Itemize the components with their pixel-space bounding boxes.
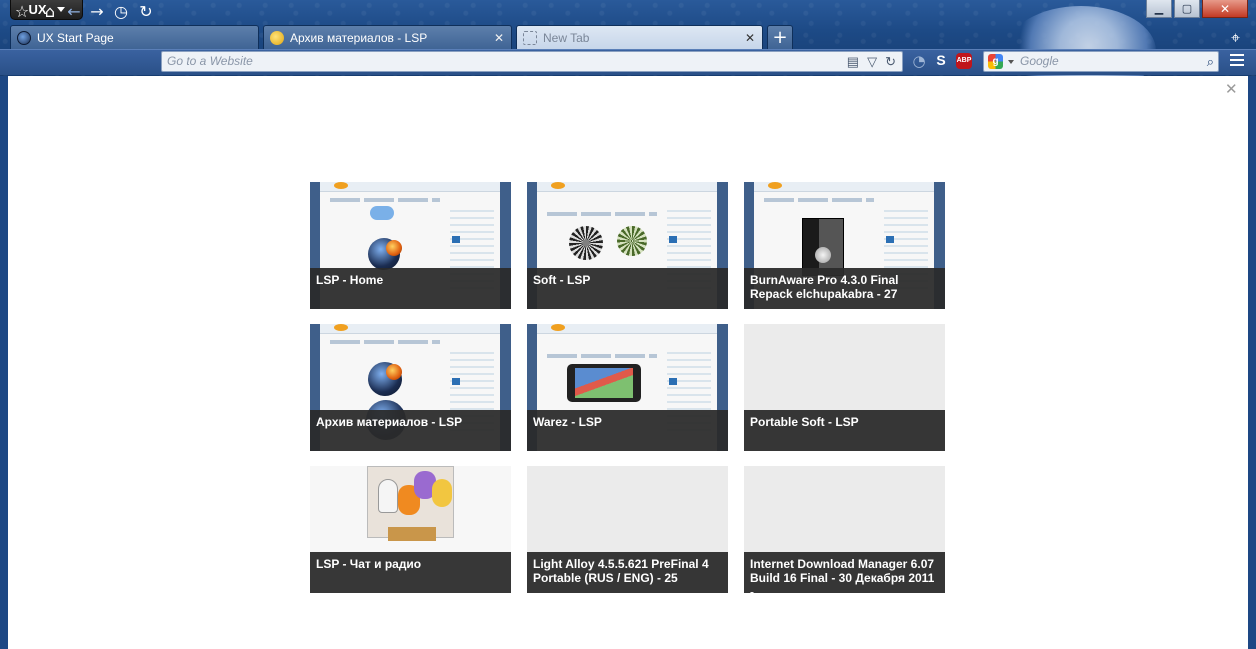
refresh-icon[interactable]: ↻ [885, 52, 896, 71]
forward-arrow-icon[interactable]: → [87, 2, 107, 22]
bookmark-star-icon[interactable]: ▽ [867, 52, 877, 71]
window-border-right [1248, 76, 1256, 649]
close-tab-icon[interactable]: ✕ [744, 31, 756, 45]
url-bar[interactable]: Go to a Website ▤ ▽ ↻ [161, 51, 903, 72]
google-icon[interactable]: g [988, 54, 1003, 69]
search-placeholder: Google [1020, 54, 1059, 68]
tile-title: BurnAware Pro 4.3.0 Final Repack elchupa… [744, 268, 945, 309]
close-tab-icon[interactable]: ✕ [493, 31, 505, 45]
ux-globe-icon [17, 30, 31, 45]
back-arrow-icon[interactable]: ← [64, 2, 84, 22]
tile-title: Warez - LSP [527, 410, 728, 451]
chat-illustration [367, 466, 454, 541]
tab-label: New Tab [543, 30, 590, 45]
lsp-sun-icon [270, 30, 284, 45]
tab-new-tab[interactable]: New Tab ✕ [516, 25, 763, 49]
tab-list-icon[interactable]: ⌖ [1231, 28, 1240, 48]
window-controls: ▁ ▢ ✕ [1146, 0, 1248, 18]
tile-burnaware[interactable]: BurnAware Pro 4.3.0 Final Repack elchupa… [744, 182, 945, 309]
maximize-icon: ▢ [1181, 2, 1193, 15]
tile-title: LSP - Чат и радио [310, 552, 511, 593]
s-addon-button[interactable]: S [932, 52, 950, 70]
minimize-button[interactable]: ▁ [1146, 0, 1172, 18]
tile-chat-radio[interactable]: LSP - Чат и радио [310, 466, 511, 593]
tile-portable-soft[interactable]: Portable Soft - LSP [744, 324, 945, 451]
tab-strip: UX Start Page Архив материалов - LSP ✕ N… [10, 25, 793, 49]
tile-title: LSP - Home [310, 268, 511, 309]
menu-hamburger-icon[interactable] [1230, 54, 1244, 69]
tile-light-alloy[interactable]: Light Alloy 4.5.5.621 PreFinal 4 Portabl… [527, 466, 728, 593]
adblock-plus-button[interactable]: ABP [956, 53, 972, 69]
new-tab-button[interactable]: + [767, 25, 793, 49]
tab-archive-lsp[interactable]: Архив материалов - LSP ✕ [263, 25, 512, 49]
hide-grid-close-icon[interactable]: ✕ [1225, 80, 1238, 98]
search-bar[interactable]: g Google ⌕ [983, 51, 1219, 72]
tab-ux-start-page[interactable]: UX Start Page [10, 25, 259, 49]
tile-lsp-home[interactable]: LSP - Home [310, 182, 511, 309]
tab-label: Архив материалов - LSP [290, 30, 428, 45]
tile-title: Light Alloy 4.5.5.621 PreFinal 4 Portabl… [527, 552, 728, 593]
home-icon[interactable]: ⌂ [40, 2, 60, 22]
tile-title: Soft - LSP [527, 268, 728, 309]
tile-archive[interactable]: Архив материалов - LSP [310, 324, 511, 451]
url-placeholder: Go to a Website [167, 54, 253, 68]
tab-label: UX Start Page [37, 30, 114, 45]
search-magnifier-icon[interactable]: ⌕ [1207, 52, 1214, 71]
tile-warez[interactable]: Warez - LSP [527, 324, 728, 451]
window-border-left [0, 76, 8, 649]
tile-title: Архив материалов - LSP [310, 410, 511, 451]
history-clock-icon[interactable]: ◷ [111, 2, 131, 22]
close-window-button[interactable]: ✕ [1202, 0, 1248, 18]
rss-feed-icon[interactable]: ◔ [910, 52, 928, 70]
reader-book-icon[interactable]: ▤ [847, 52, 859, 71]
bookmarks-star-icon[interactable]: ☆ [12, 2, 32, 22]
minimize-icon: ▁ [1154, 2, 1164, 15]
tile-soft[interactable]: Soft - LSP [527, 182, 728, 309]
maximize-button[interactable]: ▢ [1174, 0, 1200, 18]
close-icon: ✕ [1219, 1, 1231, 16]
tile-title: Portable Soft - LSP [744, 410, 945, 451]
chevron-down-icon[interactable] [1008, 60, 1014, 64]
reload-icon[interactable]: ↻ [136, 2, 156, 22]
tile-idm[interactable]: Internet Download Manager 6.07 Build 16 … [744, 466, 945, 593]
new-tab-page: ✕ LSP - Home Soft - LSP BurnAware Pro 4.… [8, 76, 1248, 649]
tile-title: Internet Download Manager 6.07 Build 16 … [744, 552, 945, 593]
blank-page-icon [523, 30, 537, 45]
